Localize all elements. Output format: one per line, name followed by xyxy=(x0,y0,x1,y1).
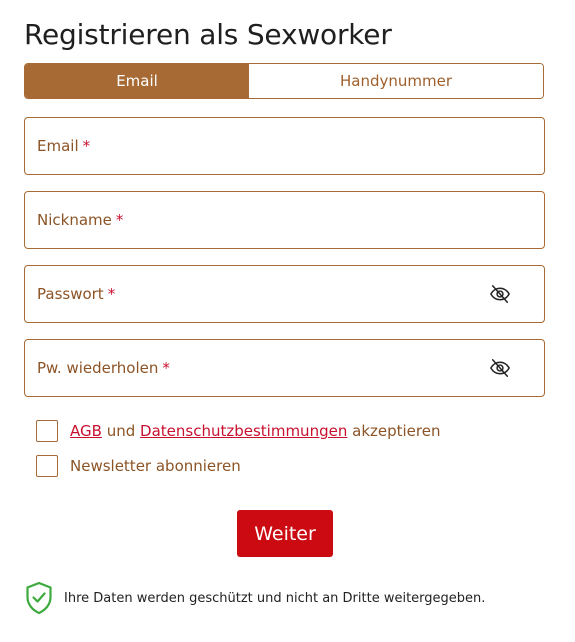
password-field[interactable]: Passwort * xyxy=(24,265,545,323)
continue-button[interactable]: Weiter xyxy=(237,510,333,557)
email-input[interactable] xyxy=(25,118,544,174)
terms-text: AGB und Datenschutzbestimmungen akzeptie… xyxy=(70,422,440,440)
email-field[interactable]: Email * xyxy=(24,117,545,175)
page-title: Registrieren als Sexworker xyxy=(24,18,392,51)
privacy-note: Ihre Daten werden geschützt und nicht an… xyxy=(25,581,485,615)
tab-email[interactable]: Email xyxy=(25,64,249,98)
newsletter-row: Newsletter abonnieren xyxy=(36,455,241,477)
shield-check-icon xyxy=(26,581,52,615)
terms-accept-text: akzeptieren xyxy=(352,422,441,440)
terms-and-text: und xyxy=(106,422,136,440)
nickname-field[interactable]: Nickname * xyxy=(24,191,545,249)
newsletter-label: Newsletter abonnieren xyxy=(70,457,241,475)
terms-row: AGB und Datenschutzbestimmungen akzeptie… xyxy=(36,420,440,442)
eye-off-icon[interactable] xyxy=(489,357,511,379)
registration-page: Registrieren als Sexworker Email Handynu… xyxy=(0,0,575,642)
password-repeat-input[interactable] xyxy=(25,340,544,396)
agb-link[interactable]: AGB xyxy=(70,422,102,440)
newsletter-checkbox[interactable] xyxy=(36,455,58,477)
password-repeat-field[interactable]: Pw. wiederholen * xyxy=(24,339,545,397)
tab-phone-number[interactable]: Handynummer xyxy=(249,64,543,98)
privacy-note-text: Ihre Daten werden geschützt und nicht an… xyxy=(64,590,486,606)
nickname-input[interactable] xyxy=(25,192,544,248)
eye-off-icon[interactable] xyxy=(489,283,511,305)
privacy-policy-link[interactable]: Datenschutzbestimmungen xyxy=(140,422,347,440)
password-input[interactable] xyxy=(25,266,544,322)
terms-checkbox[interactable] xyxy=(36,420,58,442)
registration-method-tabs: Email Handynummer xyxy=(24,63,544,99)
